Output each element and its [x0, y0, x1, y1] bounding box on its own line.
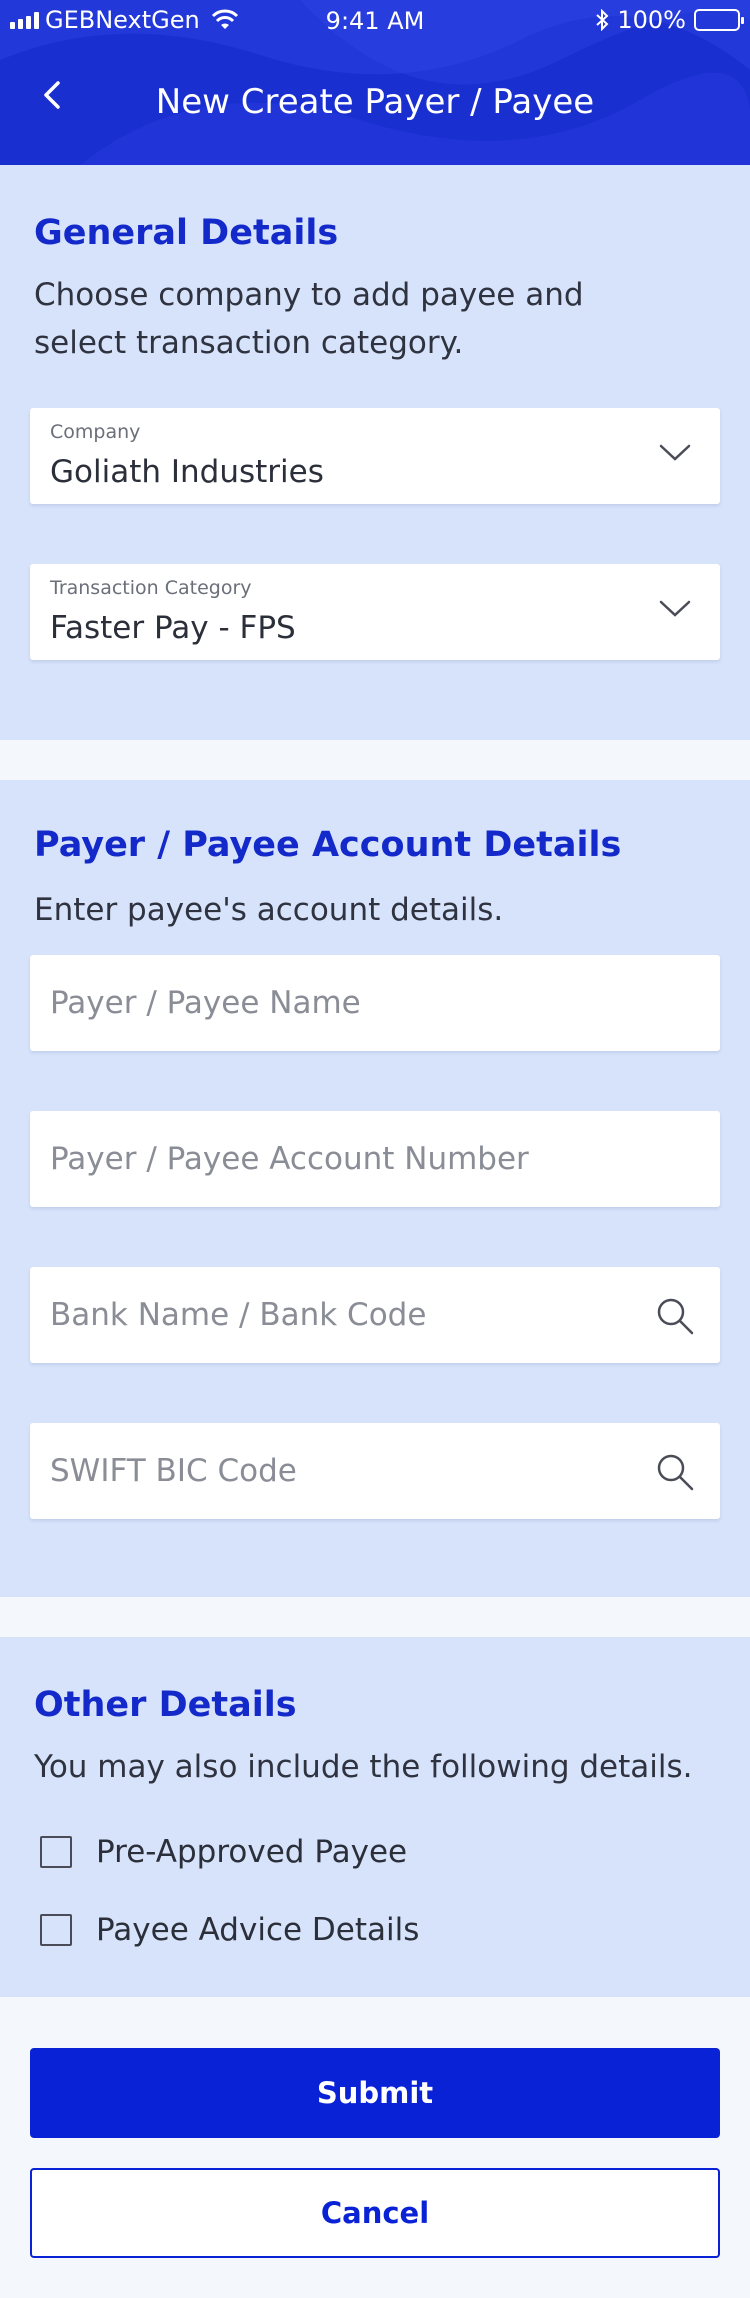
- payee-advice-details-label: Payee Advice Details: [96, 1912, 420, 1948]
- battery-percent: 100%: [617, 6, 686, 34]
- account-number-input[interactable]: Payer / Payee Account Number: [30, 1111, 720, 1207]
- other-details-desc: You may also include the following detai…: [34, 1749, 693, 1785]
- pre-approved-payee-option[interactable]: Pre-Approved Payee: [40, 1834, 407, 1870]
- bank-code-placeholder: Bank Name / Bank Code: [50, 1297, 427, 1333]
- swift-code-placeholder: SWIFT BIC Code: [50, 1453, 297, 1489]
- submit-button[interactable]: Submit: [30, 2048, 720, 2138]
- other-details-title: Other Details: [34, 1685, 297, 1725]
- chevron-down-icon[interactable]: [658, 442, 692, 464]
- page-title: New Create Payer / Payee: [155, 82, 595, 122]
- account-number-placeholder: Payer / Payee Account Number: [50, 1141, 529, 1177]
- company-select[interactable]: Company Goliath Industries: [30, 408, 720, 504]
- payee-advice-details-checkbox[interactable]: [40, 1914, 72, 1946]
- app-header: GEBNextGen 9:41 AM 100% New Create Payer…: [0, 0, 750, 165]
- status-bar: GEBNextGen 9:41 AM 100%: [0, 0, 750, 40]
- swift-code-input[interactable]: SWIFT BIC Code: [30, 1423, 720, 1519]
- chevron-down-icon[interactable]: [658, 598, 692, 620]
- pre-approved-payee-label: Pre-Approved Payee: [96, 1834, 408, 1870]
- general-details-desc-line2: select transaction category.: [34, 325, 464, 361]
- battery-icon: [694, 9, 744, 31]
- pre-approved-payee-checkbox[interactable]: [40, 1836, 72, 1868]
- company-value: Goliath Industries: [50, 454, 324, 490]
- payee-name-placeholder: Payer / Payee Name: [50, 985, 361, 1021]
- cancel-button[interactable]: Cancel: [30, 2168, 720, 2258]
- transaction-category-label: Transaction Category: [50, 577, 252, 599]
- general-details-section: General Details Choose company to add pa…: [0, 165, 750, 740]
- company-label: Company: [50, 421, 141, 443]
- payee-advice-details-option[interactable]: Payee Advice Details: [40, 1912, 419, 1948]
- account-details-desc: Enter payee's account details.: [34, 892, 504, 928]
- general-details-title: General Details: [34, 213, 339, 253]
- other-details-section: Other Details You may also include the f…: [0, 1637, 750, 1997]
- bank-code-input[interactable]: Bank Name / Bank Code: [30, 1267, 720, 1363]
- search-icon[interactable]: [654, 1451, 696, 1493]
- transaction-category-select[interactable]: Transaction Category Faster Pay - FPS: [30, 564, 720, 660]
- transaction-category-value: Faster Pay - FPS: [50, 610, 296, 646]
- payee-name-input[interactable]: Payer / Payee Name: [30, 955, 720, 1051]
- search-icon[interactable]: [654, 1295, 696, 1337]
- general-details-desc-line1: Choose company to add payee and: [34, 277, 584, 313]
- bluetooth-icon: [596, 9, 609, 31]
- account-details-section: Payer / Payee Account Details Enter paye…: [0, 780, 750, 1597]
- account-details-title: Payer / Payee Account Details: [34, 825, 622, 865]
